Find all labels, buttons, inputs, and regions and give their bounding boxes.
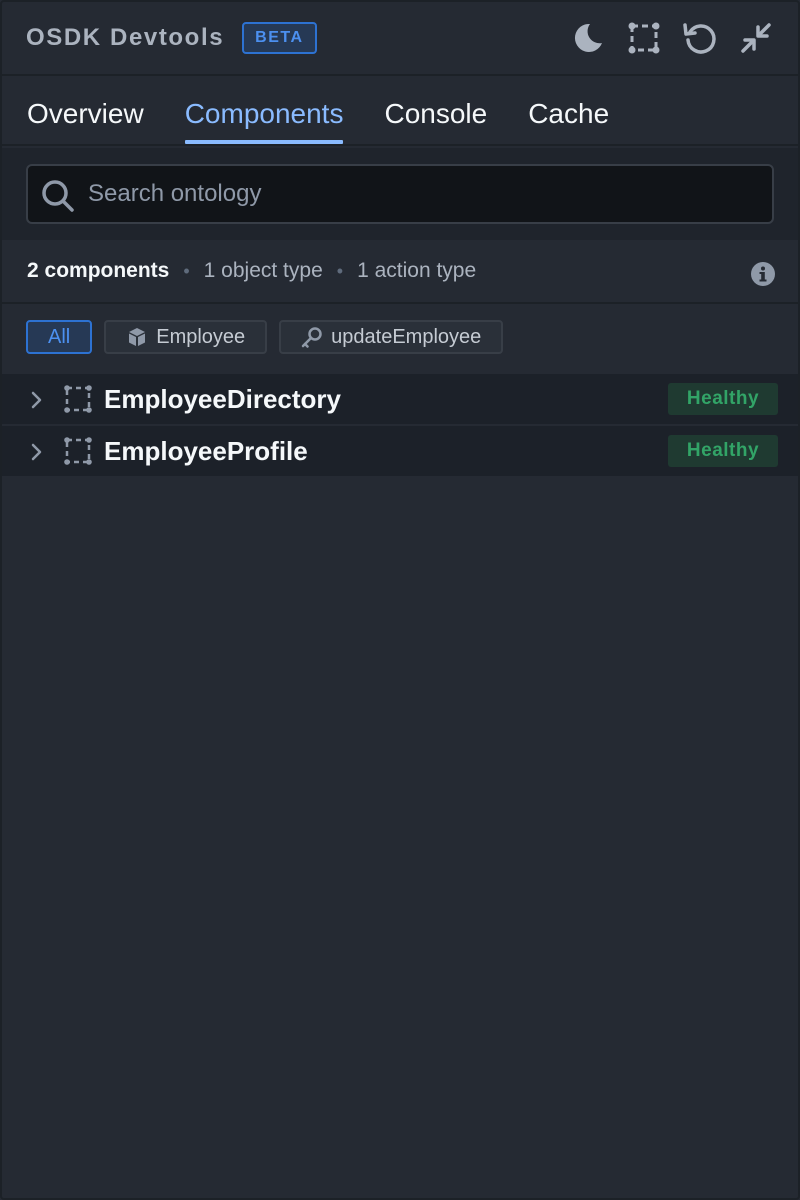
filter-label: updateEmployee [331,325,482,348]
beta-badge: BETA [242,22,317,54]
object-type-count: 1 object type [203,259,323,282]
separator-dot: • [183,260,190,281]
filter-update-employee[interactable]: updateEmployee [279,320,504,354]
header: OSDK Devtools BETA [2,2,798,76]
component-row[interactable]: EmployeeProfile Healthy [2,426,798,478]
chevron-right-icon[interactable] [30,390,44,410]
component-icon [64,385,92,413]
header-actions [570,18,774,58]
info-icon[interactable] [750,261,776,287]
search-input[interactable] [88,166,768,222]
status-badge: Healthy [668,383,778,415]
filter-label: Employee [156,325,246,348]
refresh-icon [683,23,716,54]
component-row[interactable]: EmployeeDirectory Healthy [2,374,798,426]
app-title: OSDK Devtools [26,24,225,51]
moon-icon [574,23,602,52]
action-type-count: 1 action type [357,259,477,282]
tab-overview[interactable]: Overview [27,76,144,144]
filter-employee[interactable]: Employee [104,320,268,354]
refresh-button[interactable] [682,18,718,58]
filter-all[interactable]: All [26,320,93,354]
filter-label: All [48,325,71,348]
select-component-button[interactable] [626,18,662,58]
cube-icon [129,328,146,346]
component-count: 2 components [27,259,170,282]
component-name: EmployeeDirectory [104,384,341,414]
filter-chips: All Employee updateEmployee [26,320,504,354]
theme-toggle-button[interactable] [570,18,606,58]
select-component-icon [628,22,660,54]
tab-cache[interactable]: Cache [528,76,609,144]
status-badge: Healthy [668,435,778,467]
minimize-button[interactable] [738,18,774,58]
chevron-right-icon[interactable] [30,442,44,462]
minimize-icon [741,23,771,53]
tab-components[interactable]: Components [184,76,343,144]
search-section [2,148,798,240]
tab-bar: Overview Components Console Cache [2,78,798,146]
summary-bar: 2 components • 1 object type • 1 action … [2,240,798,304]
search-icon [42,180,74,212]
tab-console[interactable]: Console [384,76,487,144]
key-icon [301,327,322,348]
search-box [26,164,774,224]
separator-dot: • [336,260,344,281]
devtools-panel: OSDK Devtools BETA Overview Components C… [0,0,800,1200]
component-name: EmployeeProfile [104,436,308,466]
component-icon [64,437,92,465]
component-list: EmployeeDirectory Healthy EmployeeProfil… [2,374,798,478]
